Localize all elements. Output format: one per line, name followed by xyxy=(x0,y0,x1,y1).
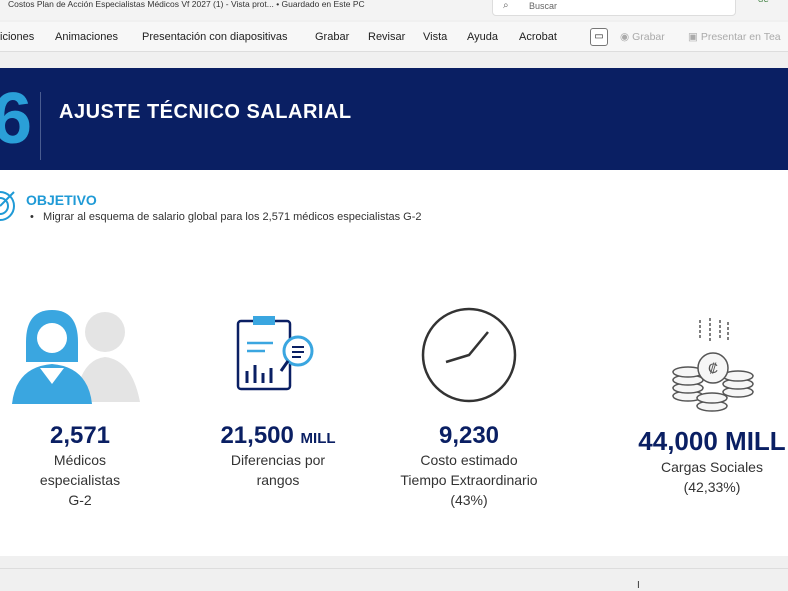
present-teams-button[interactable]: ▣ Presentar en Tea xyxy=(688,31,781,43)
tab-slideshow[interactable]: Presentación con diapositivas xyxy=(142,31,288,43)
stat-social-charges: 44,000 MILL Cargas Sociales (42,33%) xyxy=(622,426,788,497)
text-cursor-icon: I xyxy=(637,580,640,591)
clock-icon xyxy=(421,307,517,403)
stat-label: rangos xyxy=(256,472,300,488)
slide-header-band: 6 AJUSTE TÉCNICO SALARIAL xyxy=(0,68,788,170)
stat-label: Costo estimado xyxy=(420,452,518,468)
search-placeholder: Buscar xyxy=(529,1,558,11)
ribbon-tabs: iciones Animaciones Presentación con dia… xyxy=(0,22,788,52)
tab-acrobat[interactable]: Acrobat xyxy=(519,31,557,43)
stat-label: G-2 xyxy=(68,492,92,508)
record-button[interactable]: ◉ Grabar xyxy=(620,31,665,43)
tab-record[interactable]: Grabar xyxy=(315,31,349,43)
stat-unit: MILL xyxy=(725,426,786,456)
record-label: Grabar xyxy=(632,31,665,43)
stat-label: (42,33%) xyxy=(683,479,741,495)
title-bar: Costos Plan de Acción Especialistas Médi… xyxy=(0,0,788,20)
stat-rank-differences: 21,500 MILL Diferencias por rangos xyxy=(198,422,358,490)
target-icon xyxy=(0,191,15,221)
objective-bullet: • Migrar al esquema de salario global pa… xyxy=(30,211,422,223)
tab-review[interactable]: Revisar xyxy=(368,31,405,43)
report-analysis-icon xyxy=(236,316,314,391)
stat-label: Médicos xyxy=(53,452,107,468)
stat-overtime-cost: 9,230 Costo estimado Tiempo Extraordinar… xyxy=(379,422,559,510)
tab-view[interactable]: Vista xyxy=(423,31,447,43)
stat-value: 2,571 xyxy=(49,422,111,449)
search-icon: ⌕ xyxy=(503,0,509,11)
stat-doctors: 2,571 Médicos especialistas G-2 xyxy=(10,422,150,510)
stat-label: especialistas xyxy=(39,472,121,488)
svg-text:₡: ₡ xyxy=(708,360,718,376)
tab-transitions[interactable]: iciones xyxy=(0,31,34,43)
present-label: Presentar en Tea xyxy=(700,31,781,43)
stat-label: (43%) xyxy=(450,492,488,508)
search-input[interactable]: ⌕ Buscar xyxy=(492,0,736,16)
slide: 6 AJUSTE TÉCNICO SALARIAL OBJETIVO • Mig… xyxy=(0,68,788,556)
stat-value: 9,230 xyxy=(438,422,500,449)
slide-title: AJUSTE TÉCNICO SALARIAL xyxy=(59,101,352,123)
objective-text: Migrar al esquema de salario global para… xyxy=(43,211,422,223)
coins-icon: ₡ xyxy=(672,318,754,412)
objective-heading: OBJETIVO xyxy=(26,192,97,208)
stat-value: 44,000 xyxy=(638,426,718,456)
stat-unit: MILL xyxy=(300,430,336,447)
avatar[interactable]: GC xyxy=(758,0,769,4)
stat-label: Cargas Sociales xyxy=(661,459,763,475)
comment-icon: ▭ xyxy=(594,31,604,42)
divider xyxy=(40,92,41,160)
tab-help[interactable]: Ayuda xyxy=(467,31,498,43)
tab-animations[interactable]: Animaciones xyxy=(55,31,118,43)
slide-number: 6 xyxy=(0,79,33,159)
stat-label: Tiempo Extraordinario xyxy=(400,472,538,488)
stat-value: 21,500 xyxy=(220,422,294,449)
comments-button[interactable]: ▭ xyxy=(590,28,608,46)
window-title: Costos Plan de Acción Especialistas Médi… xyxy=(8,0,365,9)
stat-label: Diferencias por xyxy=(230,452,326,468)
divider xyxy=(0,568,788,569)
doctors-icon xyxy=(12,310,140,404)
